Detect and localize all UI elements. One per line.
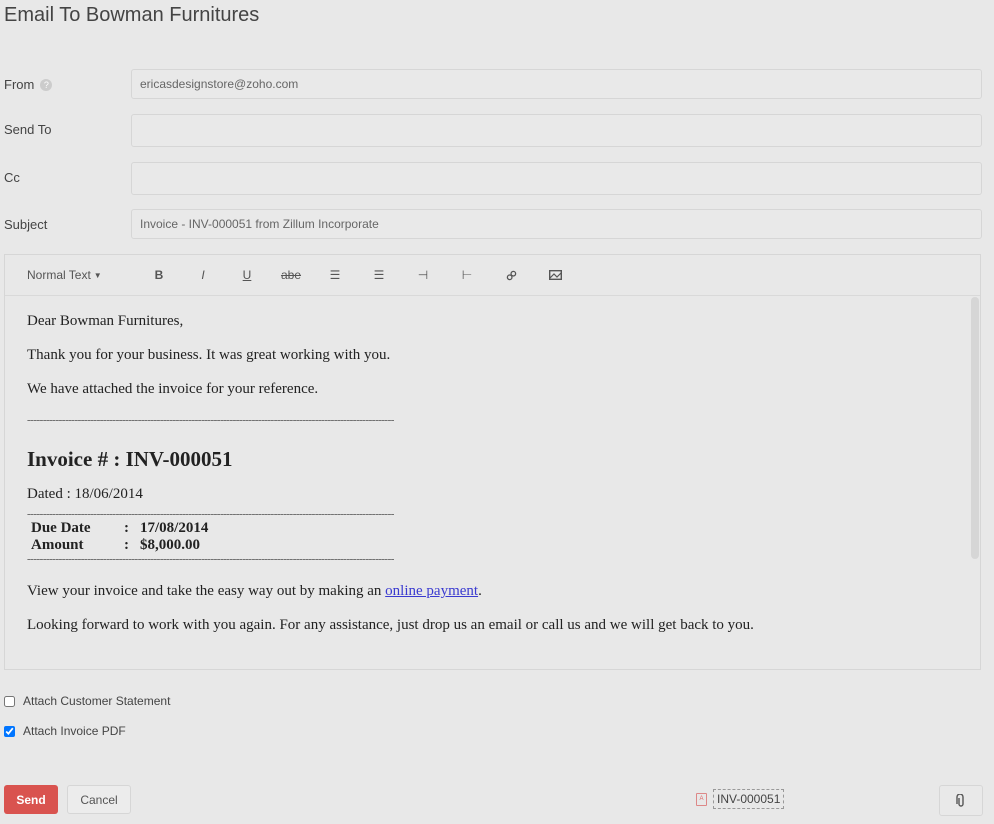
scrollbar[interactable] [971,297,979,559]
from-label: From [4,77,35,92]
indent-icon[interactable]: ⊣ [401,263,445,287]
attach-customer-statement-option[interactable]: Attach Customer Statement [4,694,170,708]
amount-value: $8,000.00 [140,537,200,553]
subject-field[interactable] [131,209,982,239]
underline-icon[interactable]: U [225,263,269,287]
divider: ----------------------------------------… [27,415,394,426]
amount-label: Amount [31,537,84,553]
from-label-wrap: From ? [4,77,53,92]
numbered-list-icon[interactable]: ☰ [357,263,401,287]
bullet-list-icon[interactable]: ☰ [313,263,357,287]
link-icon[interactable] [489,263,533,287]
bold-icon[interactable]: B [137,263,181,287]
colon: : [124,537,129,553]
attachment-name[interactable]: INV-000051 [713,789,785,809]
subject-row: Subject [4,209,982,241]
italic-icon[interactable]: I [181,263,225,287]
text-format-dropdown[interactable]: Normal Text ▼ [27,263,137,287]
payment-prefix: View your invoice and take the easy way … [27,583,386,599]
thanks-text: Thank you for your business. It was grea… [27,347,391,363]
from-field[interactable] [131,69,982,99]
email-body[interactable]: Dear Bowman Furnitures, Thank you for yo… [5,295,980,669]
dated-text: Dated : 18/06/2014 [27,486,143,502]
attach-customer-statement-checkbox[interactable] [4,695,15,707]
closing-text: Looking forward to work with you again. … [27,617,754,633]
amount-row: Amount: $8,000.00 [27,537,958,554]
strikethrough-icon[interactable]: abe [269,263,313,287]
send-to-label: Send To [4,122,52,137]
send-to-row: Send To [4,114,982,147]
text-format-label: Normal Text [27,268,91,282]
colon: : [124,520,129,536]
cancel-button[interactable]: Cancel [67,785,131,814]
attached-text: We have attached the invoice for your re… [27,381,319,397]
editor-toolbar: Normal Text ▼ B I U abe ☰ ☰ ⊣ ⊢ [5,255,980,296]
cc-label: Cc [4,170,20,185]
payment-text: View your invoice and take the easy way … [27,583,958,600]
help-icon[interactable]: ? [40,78,53,91]
due-date-label: Due Date [31,520,91,536]
send-button[interactable]: Send [4,785,58,814]
greeting-text: Dear Bowman Furnitures, [27,313,184,329]
online-payment-link[interactable]: online payment [385,583,478,599]
paperclip-icon [956,793,964,807]
attach-invoice-pdf-checkbox[interactable] [4,725,15,737]
divider: ----------------------------------------… [27,509,394,520]
divider: ----------------------------------------… [27,554,394,565]
cc-row: Cc [4,162,982,195]
send-to-field[interactable] [131,114,982,147]
attach-invoice-pdf-option[interactable]: Attach Invoice PDF [4,724,126,738]
outdent-icon[interactable]: ⊢ [445,263,489,287]
email-editor: Normal Text ▼ B I U abe ☰ ☰ ⊣ ⊢ Dear Bow… [4,254,981,670]
cc-field[interactable] [131,162,982,195]
attach-invoice-pdf-label: Attach Invoice PDF [23,724,126,738]
page-title: Email To Bowman Furnitures [4,4,260,26]
due-date-value: 17/08/2014 [140,520,209,536]
caret-down-icon: ▼ [93,270,102,280]
attach-file-button[interactable] [939,785,983,816]
attachment-item[interactable]: A INV-000051 [696,789,785,809]
image-icon[interactable] [533,263,577,287]
from-row: From ? [4,69,982,101]
attach-customer-statement-label: Attach Customer Statement [23,694,171,708]
due-date-row: Due Date:17/08/2014 [27,520,958,537]
invoice-heading: Invoice # : INV-000051 [27,447,233,471]
pdf-file-icon: A [696,792,707,806]
payment-suffix: . [478,583,482,599]
subject-label: Subject [4,217,48,232]
